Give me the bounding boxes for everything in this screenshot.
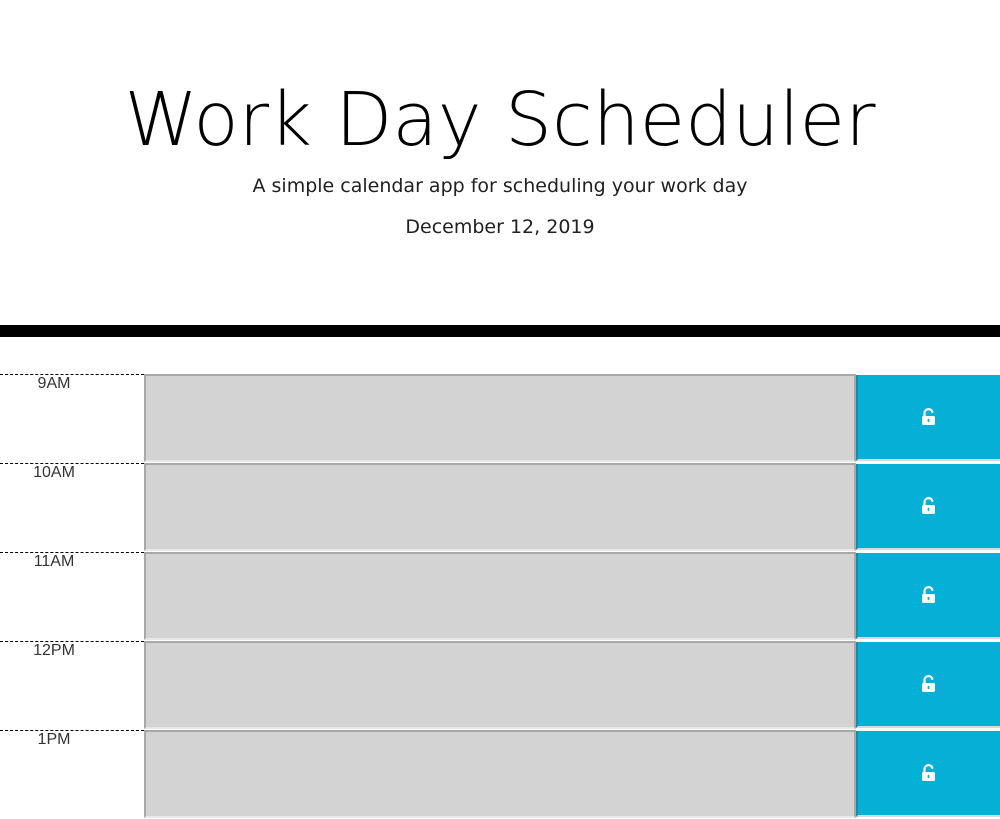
event-description-input[interactable] <box>144 641 856 729</box>
hour-label: 1PM <box>37 731 71 748</box>
hour-label: 11AM <box>33 553 75 570</box>
timeblock-row: 9AM <box>0 374 1000 463</box>
unlock-icon <box>921 675 937 693</box>
page-title: Work Day Scheduler <box>124 77 876 163</box>
timeblock-row: 11AM <box>0 552 1000 641</box>
event-description-input[interactable] <box>144 463 856 551</box>
save-button[interactable] <box>856 642 1000 728</box>
unlock-icon <box>921 408 937 426</box>
event-description-input[interactable] <box>144 730 856 818</box>
save-button[interactable] <box>856 464 1000 550</box>
timeblock-row: 1PM <box>0 730 1000 819</box>
hour-cell: 1PM <box>0 730 144 819</box>
unlock-icon <box>921 764 937 782</box>
save-button[interactable] <box>856 553 1000 639</box>
save-button[interactable] <box>856 375 1000 461</box>
timeblock-list: 9AM 10AM 11AM 12PM 1PM <box>0 374 1000 819</box>
event-description-input[interactable] <box>144 552 856 640</box>
event-description-input[interactable] <box>144 374 856 462</box>
current-date: December 12, 2019 <box>405 216 595 238</box>
header-divider <box>0 325 1000 337</box>
hour-label: 9AM <box>37 375 71 392</box>
hour-label: 12PM <box>33 642 75 659</box>
save-button[interactable] <box>856 731 1000 817</box>
hour-cell: 11AM <box>0 552 144 641</box>
unlock-icon <box>921 586 937 604</box>
timeblock-row: 10AM <box>0 463 1000 552</box>
hour-cell: 9AM <box>0 374 144 463</box>
page-subtitle: A simple calendar app for scheduling you… <box>252 175 748 197</box>
hour-cell: 12PM <box>0 641 144 730</box>
hour-label: 10AM <box>33 464 75 481</box>
unlock-icon <box>921 497 937 515</box>
hour-cell: 10AM <box>0 463 144 552</box>
timeblock-row: 12PM <box>0 641 1000 730</box>
jumbotron-header: Work Day Scheduler A simple calendar app… <box>0 0 1000 325</box>
